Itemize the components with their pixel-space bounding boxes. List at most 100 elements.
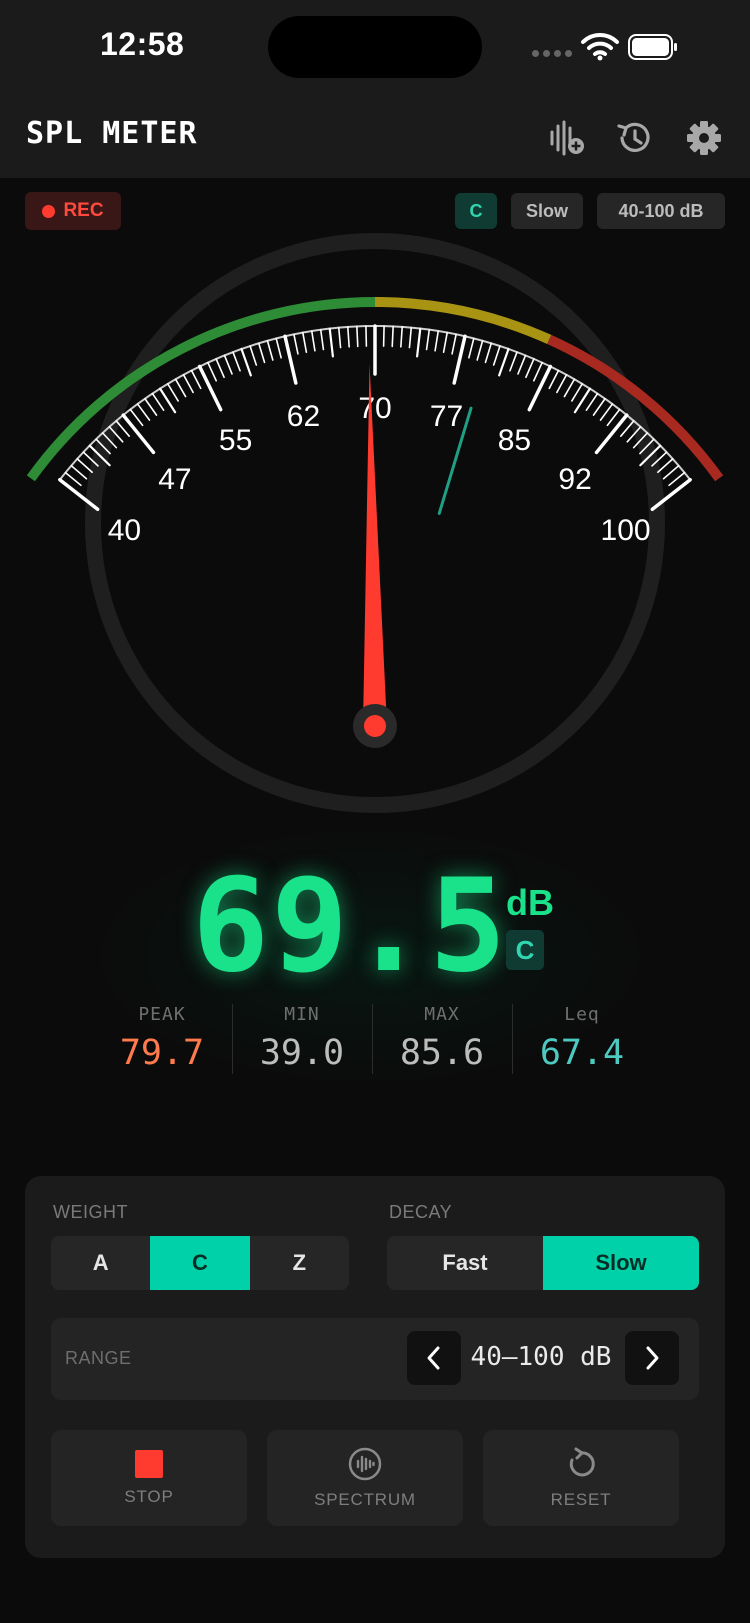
stop-icon: [135, 1450, 163, 1478]
stat-min: MIN 39.0: [232, 1000, 372, 1076]
gauge-minor-tick: [585, 392, 599, 412]
gauge-minor-tick: [275, 337, 282, 359]
gauge-minor-tick: [337, 326, 342, 349]
gauge-minor-tick: [215, 358, 225, 379]
gauge-minor-tick: [232, 351, 241, 372]
gauge-tick-label: 47: [158, 463, 191, 496]
gauge-minor-tick: [416, 327, 422, 358]
gauge-minor-tick: [548, 369, 560, 390]
range-prev-button[interactable]: [407, 1331, 461, 1385]
gauge-minor-tick: [517, 354, 527, 375]
sound-level-gauge: 40 47 55 62 70 77 85 92 100: [26, 233, 724, 813]
gauge-minor-tick: [556, 374, 568, 394]
gauge-minor-tick: [476, 339, 484, 361]
level-unit: dB: [506, 882, 554, 923]
stat-peak: PEAK 79.7: [92, 1000, 232, 1076]
gauge-tick-label: 40: [108, 514, 141, 547]
gauge-minor-tick: [144, 397, 158, 416]
gauge-minor-tick: [525, 358, 535, 379]
stat-value: 67.4: [539, 1033, 625, 1073]
gear-icon[interactable]: [684, 118, 724, 158]
gauge-minor-tick: [484, 342, 493, 364]
gauge-minor-tick: [434, 330, 440, 352]
gauge-minor-tick: [668, 471, 686, 487]
range-value: 40–100 dB: [470, 1342, 612, 1372]
current-level-value: 69.5: [192, 852, 509, 1001]
reset-button[interactable]: RESET: [483, 1430, 679, 1526]
stop-button[interactable]: STOP: [51, 1430, 247, 1526]
range-row: RANGE 40–100 dB: [51, 1318, 699, 1400]
gauge-minor-tick: [346, 326, 350, 348]
stat-value: 79.7: [119, 1033, 205, 1073]
stat-max: MAX 85.6: [372, 1000, 512, 1076]
spectrum-button[interactable]: SPECTRUM: [267, 1430, 463, 1526]
gauge-minor-tick: [70, 464, 88, 480]
gauge-minor-tick: [129, 408, 144, 427]
gauge-tick-label: 55: [219, 424, 252, 457]
gauge-minor-tick: [76, 458, 93, 474]
gauge-minor-tick: [301, 331, 308, 354]
gauge-minor-tick: [257, 342, 266, 364]
stat-label: Leq: [564, 1004, 600, 1025]
range-label: RANGE: [65, 1348, 132, 1368]
gauge-minor-tick: [468, 337, 475, 359]
gauge-minor-tick: [166, 383, 179, 402]
gauge-minor-tick: [223, 354, 233, 375]
gauge-minor-tick: [571, 383, 584, 402]
chevron-left-icon: [427, 1346, 440, 1370]
gauge-minor-tick: [151, 392, 165, 412]
weight-option-z[interactable]: Z: [250, 1236, 349, 1290]
rec-dot-icon: [42, 204, 56, 218]
decay-selector: Fast Slow: [387, 1236, 699, 1290]
decay-option-fast[interactable]: Fast: [387, 1236, 543, 1290]
gauge-minor-tick: [400, 326, 404, 348]
gauge-minor-tick: [563, 378, 576, 398]
history-icon[interactable]: [614, 118, 654, 158]
gauge-minor-tick: [606, 408, 621, 427]
stat-label: PEAK: [138, 1004, 186, 1025]
decay-option-slow[interactable]: Slow: [543, 1236, 699, 1290]
dynamic-island: [268, 16, 482, 78]
gauge-minor-tick: [240, 347, 252, 377]
rec-label: REC: [63, 200, 104, 221]
gauge-minor-tick: [182, 374, 194, 394]
weight-option-c[interactable]: C: [150, 1236, 250, 1290]
stat-leq: Leq 67.4: [512, 1000, 652, 1076]
chevron-right-icon: [646, 1346, 659, 1370]
gauge-minor-tick: [207, 361, 218, 382]
gauge-major-tick: [197, 364, 223, 412]
range-next-button[interactable]: [625, 1331, 679, 1385]
gauge-minor-tick: [662, 464, 680, 480]
stats-row: PEAK 79.7 MIN 39.0 MAX 85.6 Leq 67.4: [92, 1000, 652, 1076]
gauge-minor-tick: [310, 330, 316, 352]
stat-label: MIN: [284, 1004, 320, 1025]
gauge-hub-center: [364, 715, 386, 737]
gauge-minor-tick: [498, 347, 510, 377]
weight-option-a[interactable]: A: [51, 1236, 150, 1290]
signal-icon: [532, 50, 572, 57]
decay-label: DECAY: [389, 1202, 453, 1222]
gauge-minor-tick: [599, 403, 614, 421]
spectrum-label: SPECTRUM: [314, 1490, 416, 1509]
gauge-minor-tick: [391, 325, 394, 348]
gauge-minor-tick: [319, 328, 325, 351]
gauge-tick-label: 70: [358, 392, 391, 425]
gauge-tick-label: 100: [601, 514, 651, 547]
gauge-minor-tick: [509, 351, 518, 372]
app-title: SPL METER: [26, 116, 198, 151]
stop-label: STOP: [124, 1487, 174, 1506]
gauge-minor-tick: [442, 331, 449, 354]
battery-icon: [628, 34, 677, 60]
gauge-major-tick: [452, 334, 467, 385]
gauge-minor-tick: [190, 369, 202, 390]
gauge-major-tick: [283, 334, 298, 385]
gauge-minor-tick: [451, 333, 457, 355]
gauge-minor-tick: [532, 361, 543, 382]
gauge-minor-tick: [408, 326, 413, 349]
waveform-add-icon[interactable]: [546, 118, 586, 158]
gauge-tick-label: 62: [287, 400, 320, 433]
gauge-minor-tick: [619, 420, 635, 437]
gauge-tick-label: 77: [430, 400, 463, 433]
wifi-icon: [581, 32, 619, 61]
spectrum-icon: [348, 1447, 382, 1481]
